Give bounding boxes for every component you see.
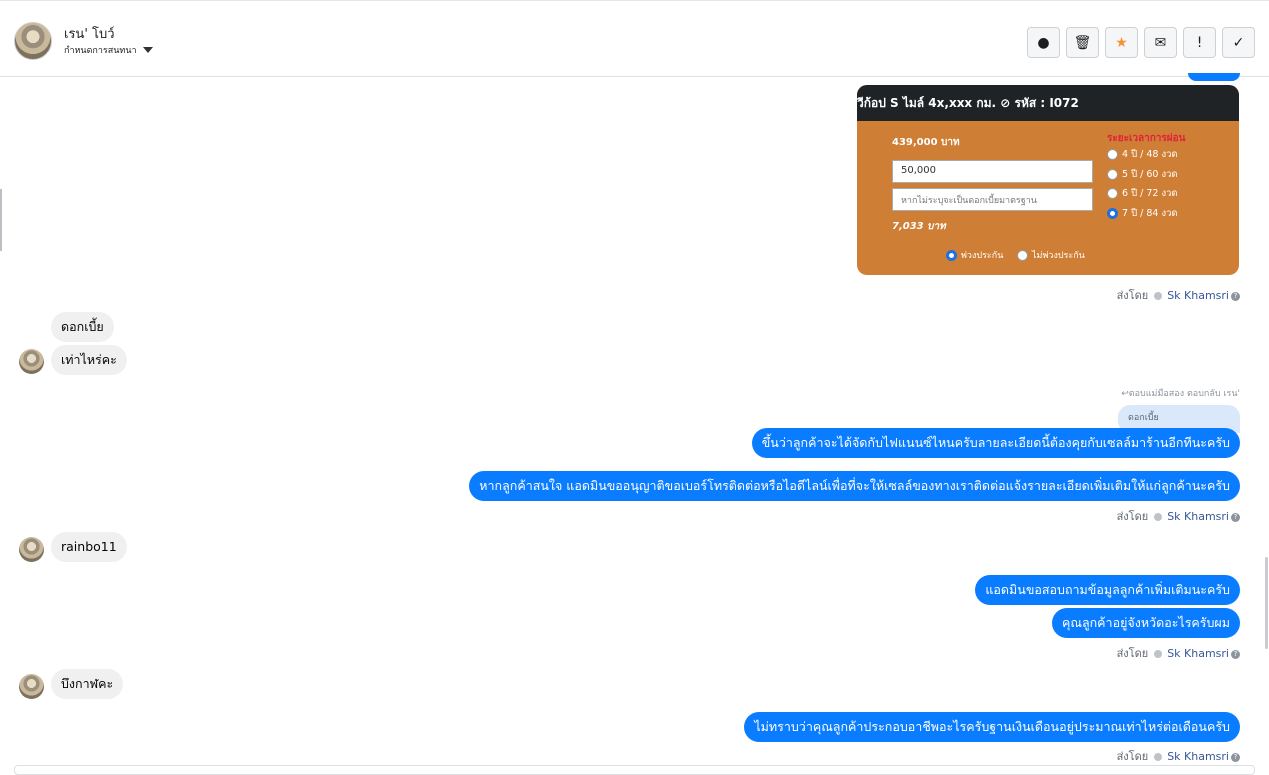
outgoing-message[interactable]: แอดมินขอสอบถามข้อมูลลูกค้าเพิ่มเติมนะครั… <box>975 575 1240 605</box>
contact-avatar-small <box>19 349 44 374</box>
exclamation-icon: ! <box>1196 34 1203 51</box>
sent-by-label: ส่งโดย Sk Khamsri? <box>1117 286 1240 304</box>
car-price: 439,000 บาท <box>892 137 960 148</box>
conversation-window: เรน' โบว์ กำหนดการสนทนา ● 🗑 ★ ✉ ! ✓ วีก้… <box>0 0 1269 775</box>
help-icon[interactable]: ? <box>1231 752 1240 762</box>
verified-dot-icon <box>1153 513 1162 521</box>
contact-name[interactable]: เรน' โบว์ <box>64 23 115 44</box>
alert-button[interactable]: ● <box>1027 27 1060 58</box>
mark-important-button[interactable]: ! <box>1183 27 1216 58</box>
verified-dot-icon <box>1153 292 1162 300</box>
outgoing-message[interactable]: คุณลูกค้าอยู่จังหวัดอะไรครับผม <box>1052 608 1240 638</box>
left-resize-handle[interactable] <box>0 189 2 251</box>
outgoing-message[interactable]: ไม่ทราบว่าคุณลูกค้าประกอบอาชีพอะไรครับฐา… <box>744 712 1240 742</box>
plan-label: 4 ปี / 48 งวด <box>1122 149 1178 160</box>
plan-label: 5 ปี / 60 งวด <box>1122 169 1178 180</box>
incoming-message[interactable]: เท่าไหร่คะ <box>51 345 127 375</box>
sent-by-label: ส่งโดย Sk Khamsri? <box>1117 644 1240 662</box>
plan-option-84[interactable]: 7 ปี / 84 งวด <box>1107 206 1178 221</box>
conversation-settings-dropdown[interactable]: กำหนดการสนทนา <box>64 43 153 57</box>
verified-dot-icon <box>1153 650 1162 658</box>
interest-rate-input[interactable]: หากไม่ระบุจะเป็นดอกเบี้ยมาตรฐาน <box>892 188 1093 211</box>
mark-done-button[interactable]: ✓ <box>1222 27 1255 58</box>
star-icon: ★ <box>1115 34 1128 51</box>
contact-avatar-small <box>19 674 44 699</box>
help-icon[interactable]: ? <box>1231 291 1240 301</box>
alert-circle-icon: ● <box>1037 34 1050 51</box>
contact-avatar-small <box>19 537 44 562</box>
radio-icon <box>1107 149 1118 160</box>
help-icon[interactable]: ? <box>1231 512 1240 522</box>
contact-avatar[interactable] <box>14 22 52 60</box>
caret-down-icon <box>142 47 153 53</box>
plan-option-60[interactable]: 5 ปี / 60 งวด <box>1107 167 1178 182</box>
incoming-message[interactable]: ดอกเบี้ย <box>51 312 114 342</box>
monthly-payment: 7,033 บาท <box>892 221 946 232</box>
plan-option-72[interactable]: 6 ปี / 72 งวด <box>1107 186 1178 201</box>
insurance-option-with[interactable]: พ่วงประกัน <box>946 248 1003 262</box>
insurance-label: พ่วงประกัน <box>961 251 1004 261</box>
sender-name[interactable]: Sk Khamsri <box>1167 750 1229 763</box>
mail-icon: ✉ <box>1154 34 1167 51</box>
plan-label: 7 ปี / 84 งวด <box>1122 208 1178 219</box>
insurance-label: ไม่พ่วงประกัน <box>1032 251 1085 261</box>
header-actions: ● 🗑 ★ ✉ ! ✓ <box>1027 27 1255 58</box>
sent-by-label: ส่งโดย Sk Khamsri? <box>1117 507 1240 525</box>
radio-icon <box>1107 188 1118 199</box>
card-title: วีก้อป S ไมล์ 4x,xxx กม. ⊘ รหัส : I072 <box>857 85 1239 121</box>
sender-name[interactable]: Sk Khamsri <box>1167 510 1229 523</box>
plan-option-48[interactable]: 4 ปี / 48 งวด <box>1107 147 1178 162</box>
plan-label: 6 ปี / 72 งวด <box>1122 188 1178 199</box>
conversation-settings-label: กำหนดการสนทนา <box>64 46 137 56</box>
insurance-option-without[interactable]: ไม่พ่วงประกัน <box>1017 248 1085 262</box>
radio-selected-icon <box>1107 208 1118 219</box>
down-payment-input[interactable]: 50,000 <box>892 160 1093 183</box>
sent-by-label: ส่งโดย Sk Khamsri? <box>1117 747 1240 765</box>
outgoing-message[interactable]: ขึ้นว่าลูกค้าจะได้จัดกับไฟแนนซ์ไหนครับลา… <box>751 428 1240 458</box>
incoming-message[interactable]: rainbo11 <box>51 532 127 562</box>
sender-name[interactable]: Sk Khamsri <box>1167 647 1229 660</box>
radio-selected-icon <box>946 250 957 261</box>
previous-message-bubble <box>1188 73 1240 81</box>
loan-calculator-card: วีก้อป S ไมล์ 4x,xxx กม. ⊘ รหัส : I072 4… <box>857 85 1239 275</box>
delete-button[interactable]: 🗑 <box>1066 27 1099 58</box>
incoming-message[interactable]: บึงกาฬคะ <box>51 669 124 699</box>
message-composer[interactable] <box>14 765 1255 775</box>
check-icon: ✓ <box>1232 34 1245 51</box>
radio-icon <box>1017 250 1028 261</box>
mail-button[interactable]: ✉ <box>1144 27 1177 58</box>
sender-name[interactable]: Sk Khamsri <box>1167 289 1229 302</box>
installment-period-title: ระยะเวลาการผ่อน <box>1107 133 1186 144</box>
outgoing-message[interactable]: หากลูกค้าสนใจ แอดมินขออนุญาติขอเบอร์โทรต… <box>469 471 1240 501</box>
star-button[interactable]: ★ <box>1105 27 1138 58</box>
scrollbar-thumb[interactable] <box>1265 557 1268 649</box>
verified-dot-icon <box>1153 753 1162 761</box>
conversation-header: เรน' โบว์ กำหนดการสนทนา ● 🗑 ★ ✉ ! ✓ <box>0 7 1269 77</box>
radio-icon <box>1107 169 1118 180</box>
trash-icon: 🗑 <box>1073 34 1092 51</box>
help-icon[interactable]: ? <box>1231 649 1240 659</box>
reply-note: ↩ตอบแม่มือสอง ตอบกลับ เรน' <box>1121 389 1240 399</box>
